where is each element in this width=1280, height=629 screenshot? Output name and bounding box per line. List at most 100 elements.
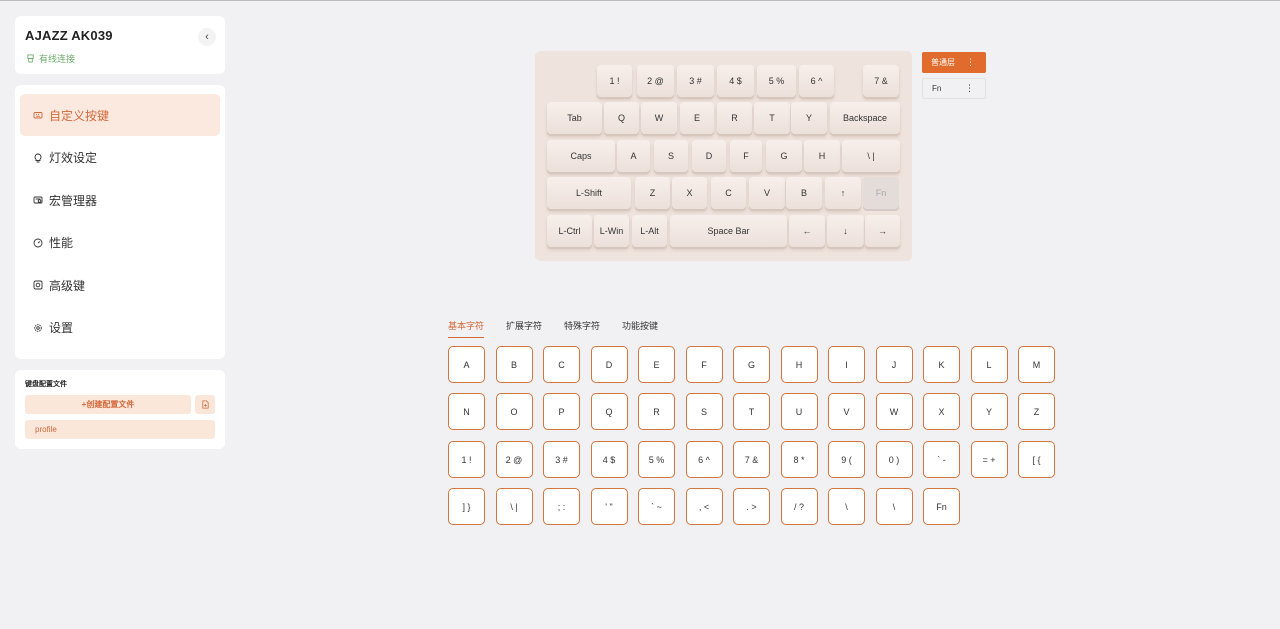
keyboard-key[interactable]: ←: [789, 215, 825, 247]
key-option[interactable]: C: [543, 346, 580, 383]
keyboard-key[interactable]: L-Win: [594, 215, 629, 247]
key-option[interactable]: ` ~: [638, 488, 675, 525]
layer-menu-icon[interactable]: ⋮: [966, 57, 975, 68]
key-option[interactable]: R: [638, 393, 675, 430]
key-option[interactable]: ] }: [448, 488, 485, 525]
layer-normal-button[interactable]: 普通层 ⋮: [922, 52, 986, 73]
key-option[interactable]: D: [590, 346, 628, 383]
key-option[interactable]: B: [495, 346, 533, 383]
key-option[interactable]: M: [1018, 346, 1055, 383]
keyboard-key[interactable]: S: [654, 140, 688, 172]
nav-item-2[interactable]: 宏管理器: [20, 179, 220, 221]
key-option[interactable]: W: [875, 393, 913, 430]
key-option[interactable]: X: [923, 393, 960, 430]
key-option[interactable]: \ |: [495, 488, 533, 525]
key-option[interactable]: ` -: [923, 441, 960, 478]
keyboard-key[interactable]: A: [617, 140, 650, 172]
tab-3[interactable]: 功能按键: [622, 319, 658, 338]
key-option[interactable]: Fn: [923, 488, 960, 525]
key-option[interactable]: . >: [733, 488, 770, 525]
keyboard-key[interactable]: Caps: [547, 140, 615, 172]
nav-item-5[interactable]: 设置: [20, 307, 220, 349]
key-option[interactable]: [ {: [1018, 441, 1055, 478]
key-option[interactable]: = +: [970, 441, 1008, 478]
key-option[interactable]: G: [733, 346, 770, 383]
create-profile-button[interactable]: +创建配置文件: [25, 395, 191, 414]
key-option[interactable]: \: [875, 488, 913, 525]
import-profile-button[interactable]: [195, 395, 215, 414]
keyboard-key[interactable]: B: [786, 177, 822, 209]
key-option[interactable]: \: [828, 488, 865, 525]
keyboard-key[interactable]: R: [717, 102, 752, 134]
key-option[interactable]: N: [448, 393, 485, 430]
keyboard-key[interactable]: Y: [791, 102, 827, 134]
keyboard-key[interactable]: C: [711, 177, 746, 209]
keyboard-key[interactable]: 1 !: [597, 65, 632, 97]
key-option[interactable]: K: [923, 346, 960, 383]
keyboard-key[interactable]: 3 #: [677, 65, 714, 97]
tab-2[interactable]: 特殊字符: [564, 319, 600, 338]
key-option[interactable]: Y: [970, 393, 1008, 430]
tab-1[interactable]: 扩展字符: [506, 319, 542, 338]
collapse-sidebar-button[interactable]: ‹: [198, 28, 216, 46]
key-option[interactable]: 4 $: [590, 441, 628, 478]
key-option[interactable]: P: [543, 393, 580, 430]
key-option[interactable]: J: [875, 346, 913, 383]
profile-item[interactable]: profile: [25, 420, 215, 439]
keyboard-key[interactable]: Space Bar: [670, 215, 787, 247]
keyboard-key[interactable]: 4 $: [717, 65, 754, 97]
key-option[interactable]: 6 ^: [685, 441, 723, 478]
keyboard-key[interactable]: →: [865, 215, 900, 247]
keyboard-key[interactable]: G: [766, 140, 802, 172]
keyboard-key[interactable]: W: [641, 102, 677, 134]
key-option[interactable]: ' ": [590, 488, 628, 525]
key-option[interactable]: ; :: [543, 488, 580, 525]
keyboard-key[interactable]: T: [754, 102, 790, 134]
keyboard-key[interactable]: ↓: [827, 215, 864, 247]
nav-item-0[interactable]: 自定义按键: [20, 94, 220, 136]
keyboard-key[interactable]: \ |: [842, 140, 900, 172]
nav-item-4[interactable]: 高级键: [20, 264, 220, 306]
key-option[interactable]: Z: [1018, 393, 1055, 430]
key-option[interactable]: 7 &: [733, 441, 770, 478]
keyboard-key[interactable]: ↑: [825, 177, 861, 209]
key-option[interactable]: , <: [685, 488, 723, 525]
tab-0[interactable]: 基本字符: [448, 319, 485, 338]
key-option[interactable]: V: [828, 393, 865, 430]
keyboard-key[interactable]: 7 &: [863, 65, 899, 97]
keyboard-key[interactable]: D: [692, 140, 726, 172]
key-option[interactable]: 9 (: [828, 441, 865, 478]
key-option[interactable]: 5 %: [638, 441, 675, 478]
keyboard-key[interactable]: L-Shift: [547, 177, 631, 209]
layer-fn-button[interactable]: Fn ⋮: [922, 78, 986, 99]
layer-menu-icon[interactable]: ⋮: [965, 83, 974, 94]
key-option[interactable]: 0 ): [875, 441, 913, 478]
keyboard-key[interactable]: 6 ^: [799, 65, 834, 97]
keyboard-key[interactable]: Fn: [863, 177, 899, 209]
keyboard-key[interactable]: L-Ctrl: [547, 215, 592, 247]
nav-item-1[interactable]: 灯效设定: [20, 137, 220, 179]
keyboard-key[interactable]: Backspace: [830, 102, 900, 134]
key-option[interactable]: T: [733, 393, 770, 430]
keyboard-key[interactable]: H: [804, 140, 840, 172]
key-option[interactable]: S: [685, 393, 723, 430]
keyboard-key[interactable]: Tab: [547, 102, 602, 134]
key-option[interactable]: L: [970, 346, 1008, 383]
key-option[interactable]: 3 #: [543, 441, 580, 478]
key-option[interactable]: / ?: [780, 488, 818, 525]
keyboard-key[interactable]: 5 %: [757, 65, 796, 97]
keyboard-key[interactable]: V: [749, 177, 785, 209]
key-option[interactable]: 8 *: [780, 441, 818, 478]
key-option[interactable]: U: [780, 393, 818, 430]
key-option[interactable]: O: [495, 393, 533, 430]
key-option[interactable]: A: [448, 346, 485, 383]
key-option[interactable]: E: [638, 346, 675, 383]
key-option[interactable]: Q: [590, 393, 628, 430]
keyboard-key[interactable]: E: [680, 102, 714, 134]
key-option[interactable]: H: [780, 346, 818, 383]
nav-item-3[interactable]: 性能: [20, 222, 220, 264]
keyboard-key[interactable]: F: [730, 140, 762, 172]
keyboard-key[interactable]: L-Alt: [632, 215, 667, 247]
keyboard-key[interactable]: Z: [635, 177, 670, 209]
key-option[interactable]: I: [828, 346, 865, 383]
